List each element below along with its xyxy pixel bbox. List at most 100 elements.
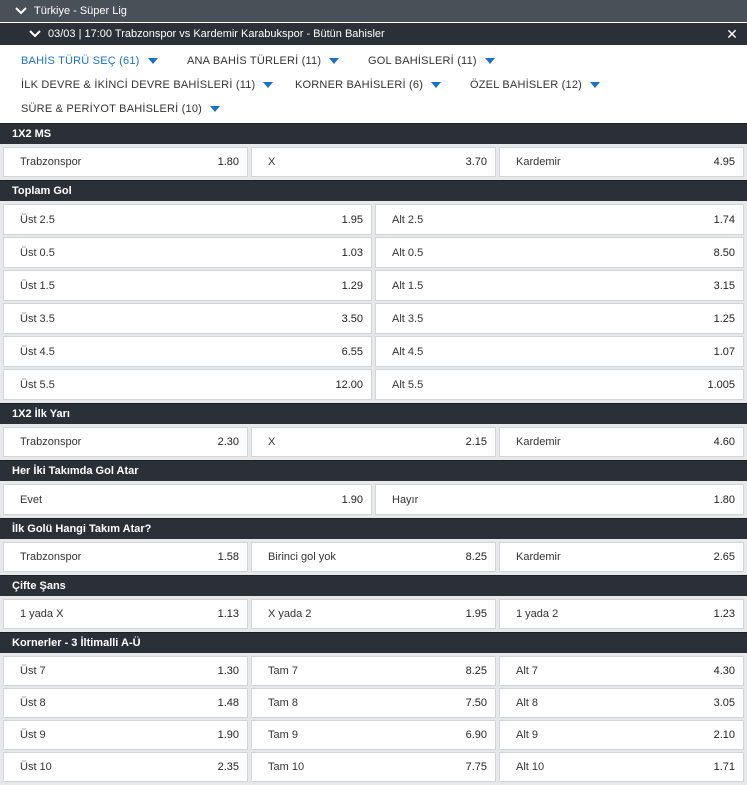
odds-button[interactable]: Kardemir 2.65	[499, 542, 744, 572]
league-title: Türkiye - Süper Lig	[34, 5, 127, 17]
odds-value: 1.29	[341, 279, 363, 292]
odds-row: Üst 3.5 3.50 Alt 3.5 1.25	[3, 303, 744, 334]
market-title: Kornerler - 3 İltimalli A-Ü	[12, 637, 141, 649]
odds-button[interactable]: Kardemir 4.95	[499, 147, 744, 177]
odds-button[interactable]: Alt 4.5 1.07	[375, 336, 744, 367]
outcome-label: Üst 2.5	[20, 213, 55, 226]
market-header[interactable]: Her İki Takımda Gol Atar	[0, 460, 747, 481]
outcome-label: Alt 0.5	[392, 246, 424, 259]
odds-button[interactable]: Üst 0.5 1.03	[3, 237, 372, 268]
filter-dropdown[interactable]: GOL BAHİSLERİ (11)	[368, 55, 495, 67]
odds-button[interactable]: X 2.15	[251, 427, 496, 457]
outcome-label: Alt 1.5	[392, 279, 424, 292]
odds-value: 2.10	[713, 729, 735, 741]
odds-button[interactable]: Üst 8 1.48	[3, 688, 248, 718]
market-title: 1X2 MS	[12, 128, 52, 140]
outcome-label: X yada 2	[268, 608, 312, 620]
odds-value: 2.65	[713, 551, 735, 563]
market-header[interactable]: Toplam Gol	[0, 180, 747, 201]
market-odds-grid: Trabzonspor 1.80 X 3.70 Kardemir 4.95	[0, 144, 747, 180]
league-header[interactable]: Türkiye - Süper Lig	[0, 0, 747, 22]
filter-dropdown[interactable]: ÖZEL BAHİSLER (12)	[470, 79, 601, 91]
market-header[interactable]: 1X2 MS	[0, 123, 747, 144]
odds-value: 3.70	[465, 156, 487, 168]
odds-button[interactable]: Trabzonspor 1.58	[3, 542, 248, 572]
outcome-label: 1 yada 2	[516, 608, 559, 620]
odds-value: 1.23	[713, 608, 735, 620]
filter-dropdown[interactable]: BAHİS TÜRÜ SEÇ (61)	[21, 55, 158, 67]
odds-button[interactable]: Üst 7 1.30	[3, 656, 248, 686]
odds-value: 1.30	[217, 665, 239, 677]
odds-row: Üst 10 2.35 Tam 10 7.75 Alt 10 1.71	[3, 752, 744, 782]
odds-button[interactable]: Trabzonspor 2.30	[3, 427, 248, 457]
outcome-label: Tam 7	[268, 665, 298, 677]
odds-value: 8.50	[713, 246, 735, 259]
odds-button[interactable]: Kardemir 4.60	[499, 427, 744, 457]
odds-value: 6.90	[465, 729, 487, 741]
market-odds-grid: Trabzonspor 2.30 X 2.15 Kardemir 4.60	[0, 424, 747, 460]
odds-button[interactable]: X yada 2 1.95	[251, 599, 496, 629]
odds-button[interactable]: Evet 1.90	[3, 484, 372, 515]
outcome-label: Üst 0.5	[20, 246, 55, 259]
odds-button[interactable]: Alt 1.5 3.15	[375, 270, 744, 301]
outcome-label: Üst 1.5	[20, 279, 55, 292]
odds-value: 8.25	[465, 665, 487, 677]
close-icon[interactable]: ✕	[725, 26, 739, 43]
odds-button[interactable]: Alt 2.5 1.74	[375, 204, 744, 235]
market-odds-grid: 1 yada X 1.13 X yada 2 1.95 1 yada 2 1.23	[0, 596, 747, 632]
odds-button[interactable]: Üst 10 2.35	[3, 752, 248, 782]
odds-button[interactable]: Alt 8 3.05	[499, 688, 744, 718]
market-header[interactable]: Çifte Şans	[0, 575, 747, 596]
dropdown-arrow-icon	[210, 106, 221, 112]
bet-type-filters: BAHİS TÜRÜ SEÇ (61) ANA BAHİS TÜRLERİ (11…	[0, 45, 747, 123]
filter-label: ÖZEL BAHİSLER (12)	[470, 79, 583, 91]
odds-button[interactable]: Üst 9 1.90	[3, 720, 248, 750]
odds-button[interactable]: Trabzonspor 1.80	[3, 147, 248, 177]
odds-button[interactable]: Üst 2.5 1.95	[3, 204, 372, 235]
filter-dropdown[interactable]: ANA BAHİS TÜRLERİ (11)	[187, 55, 340, 67]
odds-value: 1.80	[713, 493, 735, 506]
odds-button[interactable]: Hayır 1.80	[375, 484, 744, 515]
odds-button[interactable]: Üst 5.5 12.00	[3, 369, 372, 400]
odds-button[interactable]: Alt 3.5 1.25	[375, 303, 744, 334]
odds-value: 1.90	[341, 493, 363, 506]
odds-button[interactable]: 1 yada X 1.13	[3, 599, 248, 629]
outcome-label: Evet	[20, 493, 43, 506]
odds-button[interactable]: Alt 10 1.71	[499, 752, 744, 782]
odds-value: 1.25	[713, 312, 735, 325]
filter-dropdown[interactable]: KORNER BAHİSLERİ (6)	[295, 79, 442, 91]
odds-button[interactable]: Alt 5.5 1.005	[375, 369, 744, 400]
match-header[interactable]: 03/03 | 17:00 Trabzonspor vs Kardemir Ka…	[0, 23, 747, 45]
odds-button[interactable]: Tam 7 8.25	[251, 656, 496, 686]
filter-row: İLK DEVRE & İKİNCİ DEVRE BAHİSLERİ (11) K…	[0, 73, 747, 97]
filter-dropdown[interactable]: SÜRE & PERİYOT BAHİSLERİ (10)	[21, 103, 221, 115]
outcome-label: Trabzonspor	[20, 156, 82, 168]
outcome-label: Tam 10	[268, 761, 305, 773]
odds-value: 1.005	[707, 378, 735, 391]
market-header[interactable]: 1X2 İlk Yarı	[0, 403, 747, 424]
outcome-label: Alt 9	[516, 729, 539, 741]
odds-button[interactable]: Üst 4.5 6.55	[3, 336, 372, 367]
odds-button[interactable]: X 3.70	[251, 147, 496, 177]
market-header[interactable]: İlk Golü Hangi Takım Atar?	[0, 518, 747, 539]
outcome-label: Trabzonspor	[20, 551, 82, 563]
outcome-label: Trabzonspor	[20, 436, 82, 448]
market-odds-grid: Üst 2.5 1.95 Alt 2.5 1.74 Üst 0.5 1.03 Alt 0.5…	[0, 201, 747, 403]
odds-button[interactable]: Tam 10 7.75	[251, 752, 496, 782]
odds-value: 4.30	[713, 665, 735, 677]
odds-button[interactable]: Tam 9 6.90	[251, 720, 496, 750]
odds-button[interactable]: Alt 0.5 8.50	[375, 237, 744, 268]
outcome-label: Birinci gol yok	[268, 551, 336, 563]
filter-dropdown[interactable]: İLK DEVRE & İKİNCİ DEVRE BAHİSLERİ (11)	[21, 79, 274, 91]
odds-button[interactable]: Alt 7 4.30	[499, 656, 744, 686]
market-header[interactable]: Kornerler - 3 İltimalli A-Ü	[0, 632, 747, 653]
odds-button[interactable]: Üst 1.5 1.29	[3, 270, 372, 301]
odds-button[interactable]: Tam 8 7.50	[251, 688, 496, 718]
odds-row: Üst 1.5 1.29 Alt 1.5 3.15	[3, 270, 744, 301]
odds-button[interactable]: Üst 3.5 3.50	[3, 303, 372, 334]
odds-value: 6.55	[341, 345, 363, 358]
odds-button[interactable]: Alt 9 2.10	[499, 720, 744, 750]
odds-button[interactable]: Birinci gol yok 8.25	[251, 542, 496, 572]
odds-value: 7.50	[465, 697, 487, 709]
odds-button[interactable]: 1 yada 2 1.23	[499, 599, 744, 629]
